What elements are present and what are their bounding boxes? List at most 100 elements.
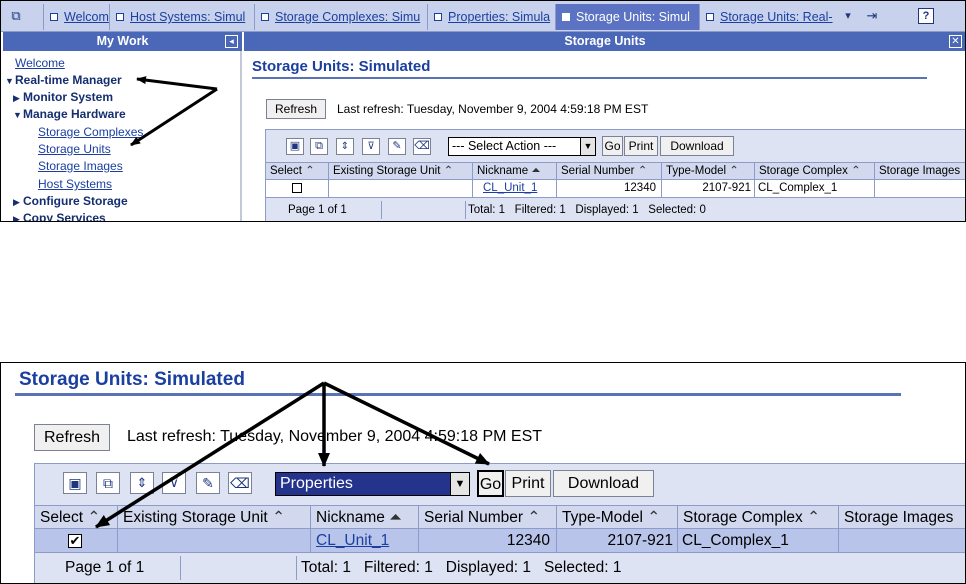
sort-icon: ⌃ (647, 509, 661, 526)
tab-storage-units-real[interactable]: Storage Units: Real- (699, 4, 835, 30)
print-button[interactable]: Print (624, 136, 658, 156)
collapse-icon[interactable]: ◂ (225, 35, 238, 48)
sort-icon: ⌃ (637, 165, 648, 177)
refresh-button-zoom[interactable]: Refresh (34, 424, 110, 451)
tab-welcome[interactable]: Welcom (43, 4, 109, 30)
page-indicator: Page 1 of 1 (266, 201, 382, 219)
logout-icon[interactable]: ⇥ (863, 8, 881, 24)
nickname-link[interactable]: CL_Unit_1 (316, 532, 389, 549)
nav-storage-complexes[interactable]: Storage Complexes (38, 125, 143, 139)
footer-spacer (181, 556, 297, 580)
total-count: Total: 1 (468, 204, 506, 216)
navigation-tree: Welcome ▼Real-time Manager ▶ Monitor Syst… (3, 51, 242, 221)
nav-host-systems[interactable]: Host Systems (38, 177, 112, 191)
storage-units-table-zoom: ▣ ⧉ ⇕ ⊽ ✎ ⌫ Properties ▼ Go Print Downlo… (34, 463, 965, 583)
nav-manage-hardware[interactable]: Manage Hardware (23, 107, 126, 121)
dropdown-arrow-icon[interactable]: ▾ (839, 8, 857, 24)
checkbox-icon (116, 13, 124, 21)
sort-icon: ⌃ (87, 509, 101, 526)
download-button-zoom[interactable]: Download (553, 470, 654, 497)
close-icon[interactable]: ✕ (949, 35, 962, 48)
deselect-all-icon[interactable]: ⧉ (96, 472, 120, 494)
edit-sort-icon[interactable]: ✎ (196, 472, 220, 494)
column-type-model[interactable]: Type-Model ⌃ (557, 506, 678, 528)
column-existing-storage-unit[interactable]: Existing Storage Unit ⌃ (118, 506, 311, 528)
nav-storage-units[interactable]: Storage Units (38, 142, 111, 156)
expanded-icon[interactable]: ▼ (13, 108, 23, 122)
tab-properties[interactable]: Properties: Simula (427, 4, 555, 30)
select-all-icon[interactable]: ▣ (63, 472, 87, 494)
row-select-checkbox[interactable] (292, 182, 302, 193)
column-select[interactable]: Select ⌃ (266, 163, 329, 179)
storage-images-cell (839, 529, 965, 552)
column-storage-images[interactable]: Storage Images (839, 506, 965, 528)
collapsed-icon[interactable]: ▶ (13, 212, 23, 221)
nav-storage-images[interactable]: Storage Images (38, 159, 123, 173)
storage-complex-cell: CL_Complex_1 (755, 180, 875, 197)
filter-icon[interactable]: ⊽ (362, 138, 380, 155)
expand-icon[interactable]: ⇕ (130, 472, 154, 494)
select-action-dropdown[interactable]: --- Select Action --- ▼ (448, 137, 596, 156)
column-nickname[interactable]: Nickname ⏶ (311, 506, 419, 528)
select-all-icon[interactable]: ▣ (286, 138, 304, 155)
nav-copy-services[interactable]: Copy Services (23, 211, 106, 221)
deselect-all-icon[interactable]: ⧉ (310, 138, 328, 155)
bottom-zoom-screenshot: Storage Units: Simulated Refresh Last re… (0, 362, 966, 584)
sort-icon: ⌃ (851, 165, 861, 177)
sort-icon: ⌃ (443, 165, 454, 177)
nav-realtime-manager[interactable]: Real-time Manager (15, 73, 122, 87)
collapsed-icon[interactable]: ▶ (13, 91, 23, 105)
edit-sort-icon[interactable]: ✎ (388, 138, 406, 155)
table-row[interactable]: CL_Unit_1 12340 2107-921 CL_Complex_1 (266, 180, 965, 198)
nickname-link[interactable]: CL_Unit_1 (483, 182, 537, 194)
storage-units-pane-header: Storage Units ✕ (244, 32, 965, 51)
clear-sort-icon[interactable]: ⌫ (228, 472, 252, 494)
print-button-zoom[interactable]: Print (505, 470, 551, 497)
nickname-cell: CL_Unit_1 (473, 180, 557, 197)
expand-icon[interactable]: ⇕ (336, 138, 354, 155)
my-work-header: My Work ◂ (3, 32, 242, 51)
tab-host-systems[interactable]: Host Systems: Simul (109, 4, 254, 30)
nav-configure-storage[interactable]: Configure Storage (23, 194, 128, 208)
download-button[interactable]: Download (660, 136, 734, 156)
row-select-checkbox-checked[interactable]: ✔ (68, 533, 82, 548)
nav-welcome[interactable]: Welcome (15, 56, 65, 70)
serial-number-cell: 12340 (419, 529, 557, 552)
go-button-zoom[interactable]: Go (477, 470, 504, 497)
collapsed-icon[interactable]: ▶ (13, 195, 23, 209)
type-model-cell: 2107-921 (662, 180, 755, 197)
refresh-button[interactable]: Refresh (266, 99, 326, 119)
column-storage-complex[interactable]: Storage Complex ⌃ (678, 506, 839, 528)
nav-monitor-system[interactable]: Monitor System (23, 90, 113, 104)
go-button[interactable]: Go (602, 136, 623, 156)
existing-storage-unit-cell (329, 180, 473, 197)
type-model-cell: 2107-921 (557, 529, 678, 552)
tab-storage-units-simulated[interactable]: Storage Units: Simul (555, 4, 699, 30)
column-type-model[interactable]: Type-Model ⌃ (662, 163, 755, 179)
column-nickname[interactable]: Nickname ⏶ (473, 163, 557, 179)
serial-number-cell: 12340 (557, 180, 662, 197)
expanded-icon[interactable]: ▼ (5, 74, 15, 88)
page-indicator: Page 1 of 1 (35, 556, 181, 580)
select-action-dropdown-zoom[interactable]: Properties ▼ (275, 472, 470, 496)
filter-icon[interactable]: ⊽ (162, 472, 186, 494)
help-icon[interactable]: ? (918, 8, 934, 24)
table-row-selected[interactable]: ✔ CL_Unit_1 12340 2107-921 CL_Complex_1 (35, 529, 965, 553)
checkbox-icon (434, 13, 442, 21)
row-select-cell (266, 180, 329, 197)
selected-count: Selected: 1 (543, 559, 622, 576)
last-refresh-text-zoom: Last refresh: Tuesday, November 9, 2004 … (127, 428, 543, 445)
dropdown-arrow-icon: ▼ (450, 473, 469, 495)
column-existing-storage-unit[interactable]: Existing Storage Unit ⌃ (329, 163, 473, 179)
tab-storage-complexes[interactable]: Storage Complexes: Simu (254, 4, 427, 30)
window-icon[interactable]: ⧉ (7, 8, 25, 24)
column-storage-images[interactable]: Storage Images (875, 163, 965, 179)
task-tab-bar: ⧉ Welcom Host Systems: Simul Storage Com… (1, 1, 965, 32)
column-serial-number[interactable]: Serial Number ⌃ (419, 506, 557, 528)
checkbox-icon (261, 13, 269, 21)
column-storage-complex[interactable]: Storage Complex ⌃ (755, 163, 875, 179)
column-select[interactable]: Select ⌃ (35, 506, 118, 528)
column-serial-number[interactable]: Serial Number ⌃ (557, 163, 662, 179)
clear-sort-icon[interactable]: ⌫ (413, 138, 431, 155)
dropdown-arrow-icon: ▼ (580, 138, 595, 155)
